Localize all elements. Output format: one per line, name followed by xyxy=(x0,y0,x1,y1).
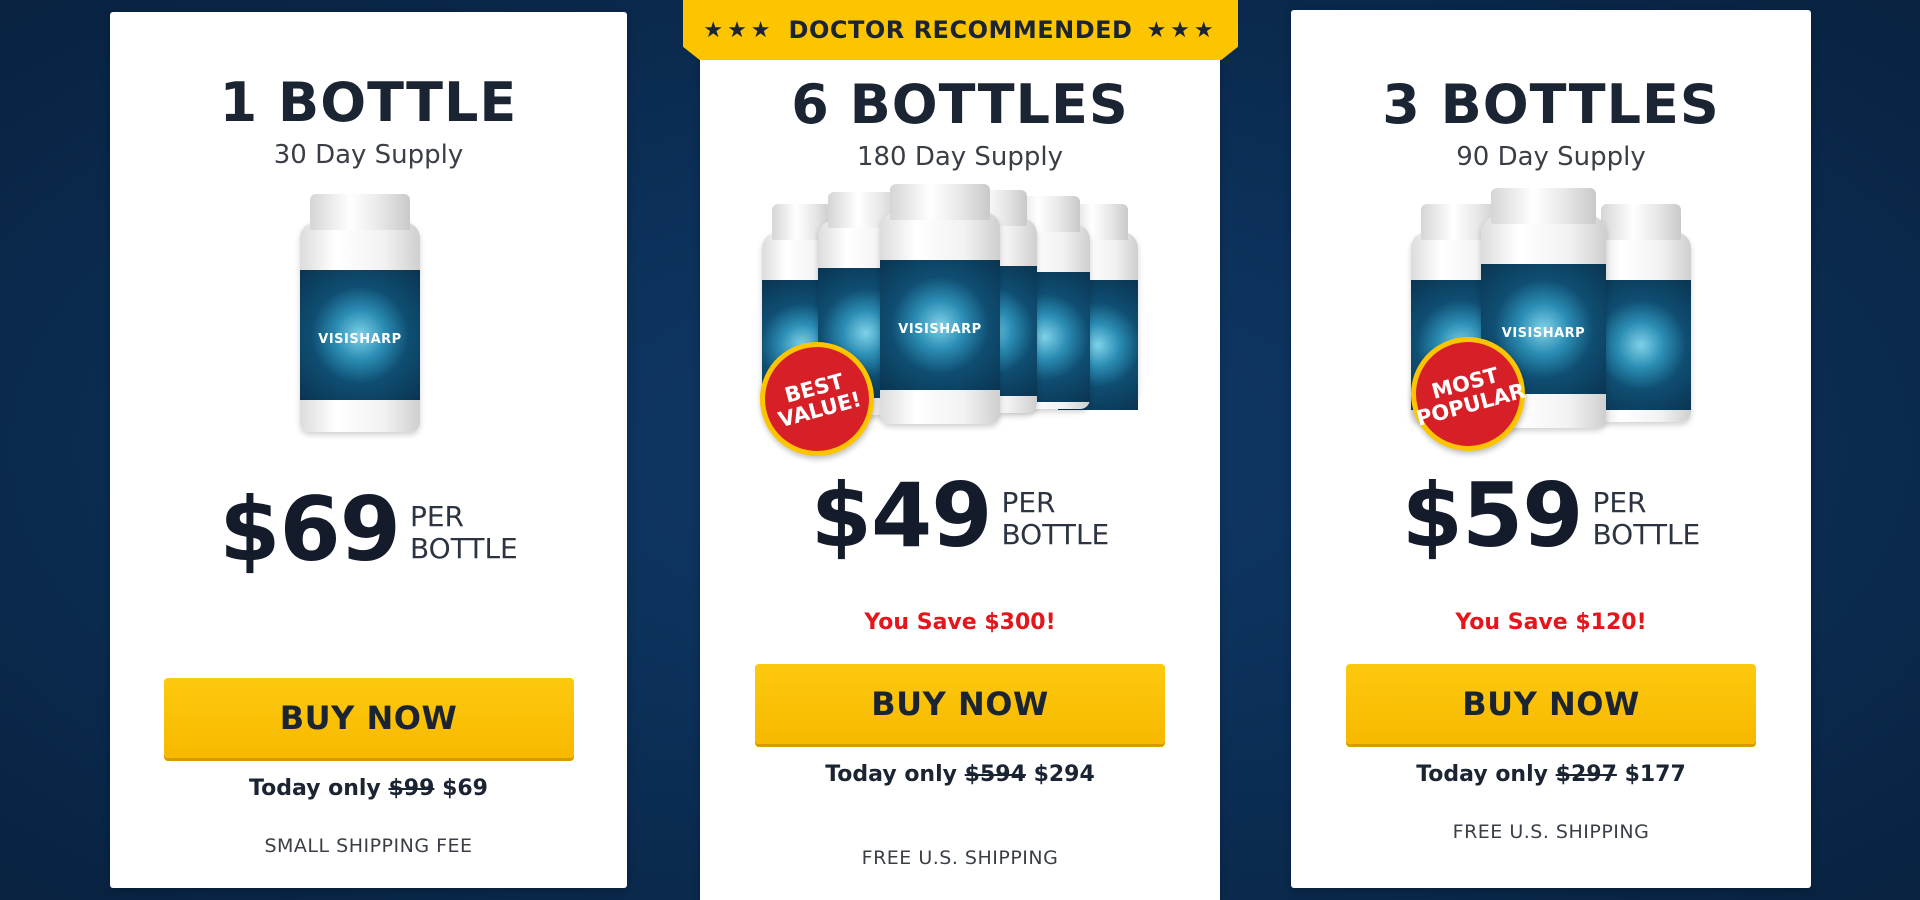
bottle-label: VISISHARP xyxy=(880,260,1000,390)
brand-label: VISISHARP xyxy=(318,332,402,347)
stars-left-icon: ★★★ xyxy=(703,17,775,43)
per-text: PER xyxy=(1001,485,1056,519)
bottle-image xyxy=(1591,204,1691,422)
price-block: $59 PER BOTTLE xyxy=(1291,472,1811,560)
per-bottle-label: PER BOTTLE xyxy=(409,499,518,565)
bottle-label: VISISHARP xyxy=(300,270,420,400)
old-price: $99 xyxy=(388,776,435,801)
per-bottle-label: PER BOTTLE xyxy=(1592,485,1701,551)
bottle-text: BOTTLE xyxy=(1592,518,1701,551)
brand-label: VISISHARP xyxy=(1501,326,1586,341)
brand-label: VISISHARP xyxy=(898,322,982,337)
price-block: $49 PER BOTTLE xyxy=(700,472,1220,560)
pricing-page: ★★★ DOCTOR RECOMMENDED ★★★ 1 BOTTLE 30 D… xyxy=(0,0,1920,900)
package-card-1-bottle: 1 BOTTLE 30 Day Supply VISISHARP $69 PER… xyxy=(110,12,627,888)
savings-text: You Save $300! xyxy=(864,610,1056,635)
new-price: $294 xyxy=(1033,762,1095,787)
stars-right-icon: ★★★ xyxy=(1146,17,1218,43)
new-price: $69 xyxy=(442,776,488,801)
shipping-note: SMALL SHIPPING FEE xyxy=(264,835,473,857)
ribbon-label: DOCTOR RECOMMENDED xyxy=(788,16,1133,44)
doctor-recommended-ribbon: ★★★ DOCTOR RECOMMENDED ★★★ xyxy=(683,0,1238,60)
today-prefix: Today only xyxy=(249,776,381,801)
today-only-price: Today only $297 $177 xyxy=(1291,762,1811,787)
today-only-price: Today only $99 $69 xyxy=(110,776,627,801)
product-image: VISISHARP xyxy=(110,194,627,432)
bottle-text: BOTTLE xyxy=(409,532,518,565)
per-text: PER xyxy=(1592,485,1647,519)
price-per-bottle: $59 xyxy=(1401,464,1584,567)
old-price: $594 xyxy=(964,762,1026,787)
buy-now-button-6[interactable]: BUY NOW xyxy=(755,664,1165,744)
per-text: PER xyxy=(409,499,464,533)
bottle-text: BOTTLE xyxy=(1001,518,1110,551)
package-card-6-bottles: 6 BOTTLES 180 Day Supply VISISHARP BEST … xyxy=(700,30,1220,900)
package-title: 6 BOTTLES xyxy=(791,73,1129,136)
new-price: $177 xyxy=(1624,762,1686,787)
bottle-image: VISISHARP xyxy=(300,194,420,432)
savings-text xyxy=(110,624,627,652)
shipping-note: FREE U.S. SHIPPING xyxy=(1452,821,1650,843)
package-title: 1 BOTTLE xyxy=(219,71,518,134)
package-supply: 180 Day Supply xyxy=(856,142,1064,172)
today-only-price: Today only $594 $294 xyxy=(700,762,1220,787)
per-bottle-label: PER BOTTLE xyxy=(1001,485,1110,551)
price-per-bottle: $49 xyxy=(810,464,993,567)
package-supply: 90 Day Supply xyxy=(1456,142,1646,172)
old-price: $297 xyxy=(1555,762,1617,787)
product-image: VISISHARP BEST VALUE! xyxy=(700,184,1220,469)
package-title: 3 BOTTLES xyxy=(1382,73,1720,136)
shipping-note: FREE U.S. SHIPPING xyxy=(861,847,1059,869)
bottle-image: VISISHARP xyxy=(880,184,1000,424)
today-prefix: Today only xyxy=(1416,762,1548,787)
package-supply: 30 Day Supply xyxy=(273,140,464,170)
price-per-bottle: $69 xyxy=(219,478,401,581)
product-image: VISISHARP MOST POPULAR xyxy=(1291,188,1811,464)
today-prefix: Today only xyxy=(825,762,957,787)
savings-text: You Save $120! xyxy=(1455,610,1647,635)
buy-now-button-1[interactable]: BUY NOW xyxy=(163,678,574,758)
package-card-3-bottles: 3 BOTTLES 90 Day Supply VISISHARP MOST P… xyxy=(1291,10,1811,888)
bottle-label xyxy=(1591,280,1691,410)
buy-now-button-3[interactable]: BUY NOW xyxy=(1346,664,1756,744)
price-block: $69 PER BOTTLE xyxy=(110,486,627,574)
